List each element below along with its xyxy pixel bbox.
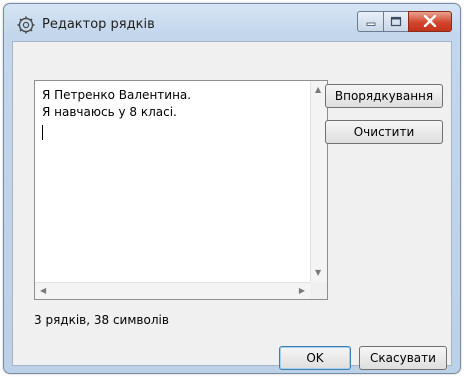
- clear-button[interactable]: Очистити: [325, 120, 443, 144]
- scrollbar-corner: [310, 282, 327, 299]
- text-caret: [42, 125, 43, 140]
- scroll-left-icon[interactable]: ◀: [40, 287, 46, 295]
- minimize-icon: [365, 12, 377, 31]
- horizontal-scrollbar[interactable]: ◀ ▶: [35, 282, 310, 299]
- sort-button[interactable]: Впорядкування: [325, 84, 443, 108]
- scroll-up-icon[interactable]: ▲: [315, 86, 321, 94]
- ok-button[interactable]: OK: [279, 346, 351, 370]
- window-title: Редактор рядків: [42, 17, 155, 32]
- vertical-scrollbar[interactable]: ▲ ▼: [310, 81, 327, 282]
- maximize-icon: [390, 12, 402, 31]
- cancel-button[interactable]: Скасувати: [359, 346, 447, 370]
- dialog-window: Редактор рядків Я Петренко Валентина. Я …: [3, 3, 461, 374]
- scroll-right-icon[interactable]: ▶: [299, 287, 305, 295]
- scroll-down-icon[interactable]: ▼: [315, 269, 321, 277]
- text-editor-content[interactable]: Я Петренко Валентина. Я навчаюсь у 8 кла…: [42, 87, 191, 121]
- dialog-client-area: Я Петренко Валентина. Я навчаюсь у 8 кла…: [12, 41, 452, 370]
- minimize-button[interactable]: [357, 11, 383, 32]
- app-editor-icon: [17, 16, 35, 34]
- maximize-button[interactable]: [383, 11, 408, 32]
- title-bar[interactable]: Редактор рядків: [4, 4, 460, 42]
- close-button[interactable]: [408, 11, 452, 32]
- close-icon: [423, 12, 437, 31]
- text-editor[interactable]: Я Петренко Валентина. Я навчаюсь у 8 кла…: [34, 80, 328, 300]
- status-text: 3 рядків, 38 символів: [34, 313, 169, 327]
- window-controls: [357, 11, 452, 33]
